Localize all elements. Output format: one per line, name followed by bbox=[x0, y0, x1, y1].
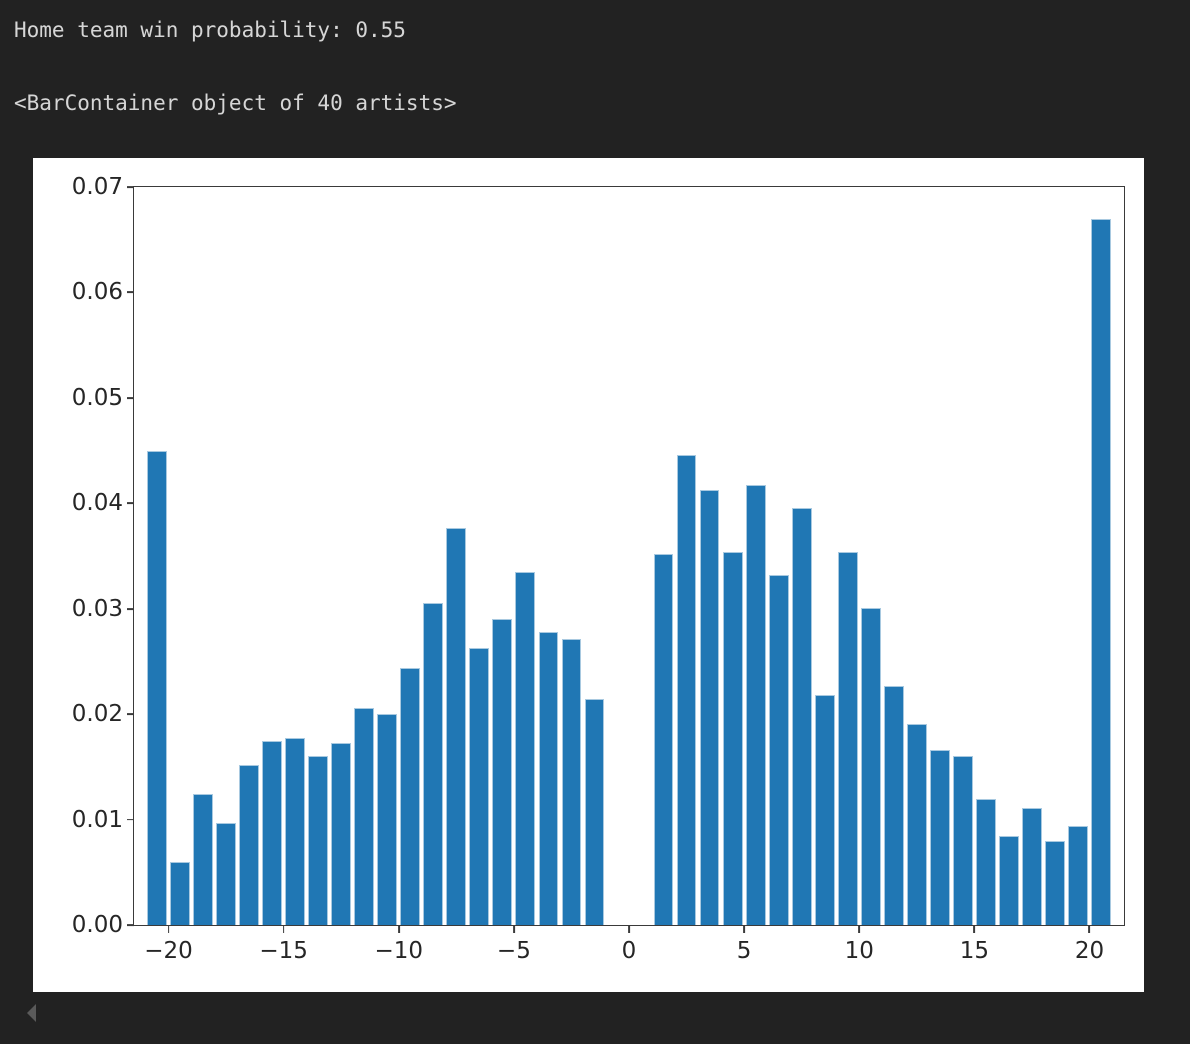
x-tick-mark bbox=[628, 925, 630, 933]
histogram-bar bbox=[239, 765, 259, 925]
histogram-bar bbox=[700, 490, 720, 925]
x-tick-label: −5 bbox=[497, 938, 531, 964]
histogram-bar bbox=[400, 668, 420, 925]
histogram-bar bbox=[1091, 219, 1111, 925]
histogram-bar bbox=[193, 794, 213, 925]
histogram-bar bbox=[585, 699, 605, 925]
x-tick-mark bbox=[858, 925, 860, 933]
x-tick-mark bbox=[283, 925, 285, 933]
x-tick-mark bbox=[973, 925, 975, 933]
matplotlib-figure: 0.00 0.01 0.02 0.03 0.04 0.05 0.06 0.07 −20 −15 −… bbox=[33, 158, 1144, 992]
x-tick-mark bbox=[168, 925, 170, 933]
histogram-bar bbox=[884, 686, 904, 925]
histogram-bar bbox=[1045, 841, 1065, 925]
x-tick-mark bbox=[513, 925, 515, 933]
y-tick-mark bbox=[127, 924, 134, 926]
histogram-bar bbox=[469, 648, 489, 925]
triangle-left-icon[interactable] bbox=[27, 1004, 36, 1022]
y-tick-label: 0.03 bbox=[72, 596, 123, 622]
x-tick-label: 0 bbox=[622, 938, 637, 964]
terminal-window: Home team win probability: 0.55 <BarCont… bbox=[0, 0, 1190, 1044]
histogram-bar bbox=[769, 575, 789, 925]
y-tick-mark bbox=[127, 608, 134, 610]
x-tick-label: 5 bbox=[737, 938, 752, 964]
histogram-bar bbox=[723, 552, 743, 925]
histogram-bar bbox=[999, 836, 1019, 925]
y-tick-label: 0.04 bbox=[72, 490, 123, 516]
histogram-bar bbox=[861, 608, 881, 925]
x-tick-mark bbox=[398, 925, 400, 933]
y-tick-mark bbox=[127, 502, 134, 504]
histogram-bar bbox=[654, 554, 674, 925]
x-tick-mark bbox=[743, 925, 745, 933]
y-tick-label: 0.06 bbox=[72, 279, 123, 305]
y-tick-mark bbox=[127, 713, 134, 715]
histogram-bar bbox=[907, 724, 927, 925]
y-tick-label: 0.01 bbox=[72, 807, 123, 833]
y-tick-mark bbox=[127, 819, 134, 821]
y-tick-label: 0.00 bbox=[72, 912, 123, 938]
histogram-bar bbox=[1022, 808, 1042, 925]
histogram-bar bbox=[930, 750, 950, 925]
histogram-bar bbox=[838, 552, 858, 925]
histogram-bar bbox=[976, 799, 996, 926]
histogram-bars bbox=[134, 187, 1124, 925]
histogram-bar bbox=[262, 741, 282, 926]
histogram-bar bbox=[1068, 826, 1088, 925]
histogram-bar bbox=[539, 632, 559, 925]
histogram-bar bbox=[953, 756, 973, 925]
x-tick-label: 10 bbox=[845, 938, 874, 964]
histogram-bar bbox=[331, 743, 351, 925]
histogram-bar bbox=[492, 619, 512, 925]
histogram-bar bbox=[792, 508, 812, 925]
histogram-bar bbox=[423, 603, 443, 925]
x-tick-mark bbox=[1089, 925, 1091, 933]
x-tick-label: −15 bbox=[259, 938, 308, 964]
histogram-bar bbox=[377, 714, 397, 925]
histogram-bar bbox=[815, 695, 835, 925]
histogram-bar bbox=[170, 862, 190, 925]
histogram-bar bbox=[746, 485, 766, 925]
plot-axes: 0.000.010.020.030.040.050.060.07 −20−15−… bbox=[133, 186, 1125, 926]
y-tick-label: 0.02 bbox=[72, 701, 123, 727]
y-tick-mark bbox=[127, 397, 134, 399]
console-output-line-probability: Home team win probability: 0.55 bbox=[14, 18, 406, 42]
x-tick-label: −20 bbox=[144, 938, 193, 964]
histogram-bar bbox=[354, 708, 374, 925]
histogram-bar bbox=[147, 451, 167, 925]
x-tick-label: 15 bbox=[960, 938, 989, 964]
y-tick-mark bbox=[127, 292, 134, 294]
x-tick-label: −10 bbox=[374, 938, 423, 964]
histogram-bar bbox=[677, 455, 697, 925]
histogram-bar bbox=[446, 528, 466, 925]
histogram-bar bbox=[562, 639, 582, 925]
histogram-bar bbox=[515, 572, 535, 925]
x-tick-label: 20 bbox=[1075, 938, 1104, 964]
histogram-bar bbox=[216, 823, 236, 925]
histogram-bar bbox=[285, 738, 305, 925]
y-tick-mark bbox=[127, 186, 134, 188]
console-output-line-barcontainer: <BarContainer object of 40 artists> bbox=[14, 91, 457, 115]
y-tick-label: 0.07 bbox=[72, 174, 123, 200]
y-tick-label: 0.05 bbox=[72, 385, 123, 411]
histogram-bar bbox=[308, 756, 328, 925]
